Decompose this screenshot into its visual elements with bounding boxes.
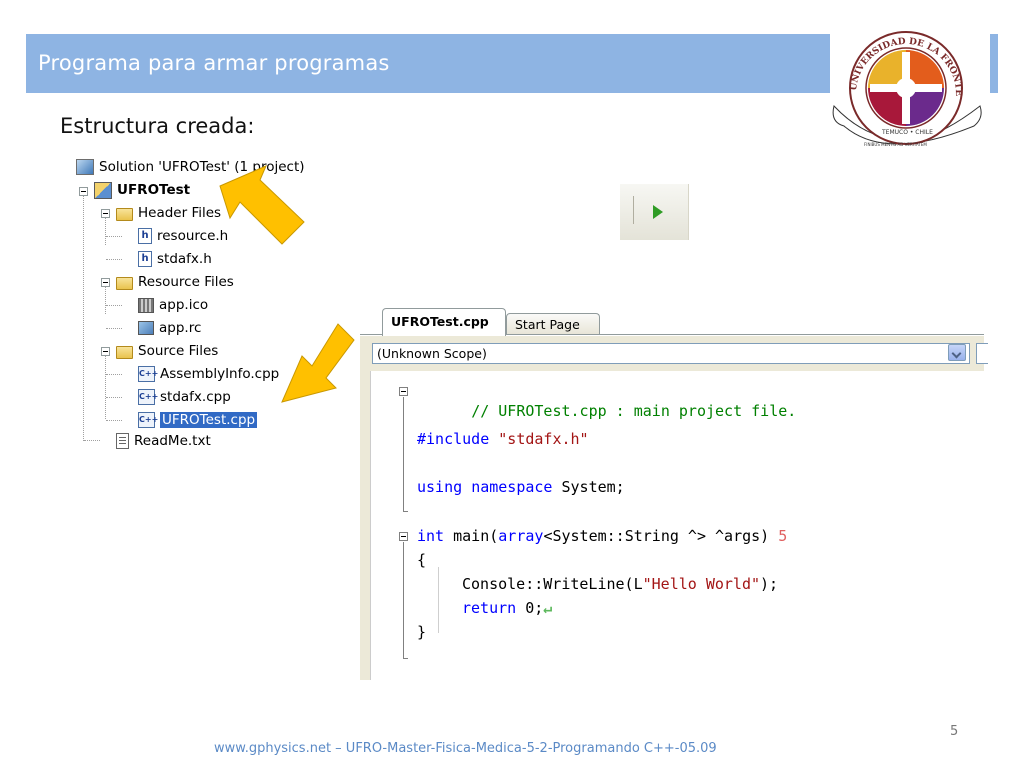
expander-ufrotest[interactable] [79, 187, 88, 196]
return-marker-icon: ↵ [543, 599, 553, 617]
university-logo: UNIVERSIDAD DE LA FRONTERA TEMUCO • CHIL… [826, 22, 982, 147]
scope-dropdown[interactable]: (Unknown Scope) [372, 343, 970, 364]
code-line-return: return 0;↵ [462, 599, 553, 617]
tree-item-app-ico[interactable]: app.ico [138, 295, 208, 315]
code-editor-window: Start Page UFROTest.cpp (Unknown Scope) … [360, 296, 988, 680]
scope-bar: (Unknown Scope) [364, 341, 988, 367]
folder-icon [116, 346, 133, 359]
tree-item-app-rc[interactable]: app.rc [138, 318, 201, 338]
slide-number: 5 [950, 724, 959, 739]
editor-tab-strip: Start Page UFROTest.cpp [360, 296, 984, 336]
tree-item-readme-txt[interactable]: ReadMe.txt [116, 431, 211, 451]
tree-item-source-files[interactable]: Source Files [116, 341, 218, 361]
tree-item-header-files[interactable]: Header Files [116, 203, 221, 223]
code-line-close-brace: } [417, 623, 427, 641]
header-file-icon: h [138, 228, 152, 244]
tree-item-resource-h[interactable]: h resource.h [138, 226, 228, 246]
collapse-icon[interactable] [399, 532, 408, 541]
code-line-include: #include "stdafx.h" [417, 430, 589, 448]
tree-item-label: app.ico [159, 297, 209, 313]
tree-item-label: stdafx.cpp [160, 389, 231, 405]
code-text-area[interactable]: // UFROTest.cpp : main project file. #in… [360, 371, 984, 680]
expander-header-files[interactable] [101, 209, 110, 218]
tree-item-label: AssemblyInfo.cpp [160, 366, 280, 382]
tree-item-label: UFROTest [117, 182, 191, 198]
tree-item-label: app.rc [159, 320, 202, 336]
code-line-writeline: Console::WriteLine(L"Hello World"); [462, 575, 779, 593]
play-icon [653, 205, 663, 219]
logo-city: TEMUCO • CHILE [881, 129, 933, 136]
tree-item-label: Resource Files [138, 274, 234, 290]
tree-item-label: stdafx.h [157, 251, 212, 267]
tree-item-label: UFROTest.cpp [160, 412, 258, 428]
tree-item-resource-files[interactable]: Resource Files [116, 272, 234, 292]
tab-start-page[interactable]: Start Page [506, 313, 600, 335]
tree-item-ufrotest-cpp[interactable]: C++ UFROTest.cpp [138, 410, 258, 430]
tab-ufrotest-cpp[interactable]: UFROTest.cpp [382, 308, 506, 336]
expander-resource-files[interactable] [101, 278, 110, 287]
tree-item-label: Source Files [138, 343, 219, 359]
member-dropdown[interactable] [976, 343, 988, 364]
cpp-file-icon: C++ [138, 389, 158, 405]
project-icon [94, 181, 112, 199]
resource-file-icon [138, 321, 154, 335]
text-file-icon [116, 433, 129, 449]
pointer-arrow-icon [281, 323, 355, 403]
tree-item-label: ReadMe.txt [134, 433, 211, 449]
start-debugging-button[interactable] [620, 184, 689, 240]
cpp-file-icon: C++ [138, 412, 158, 428]
header-file-icon: h [138, 251, 152, 267]
icon-file-icon [138, 297, 154, 313]
expander-source-files[interactable] [101, 347, 110, 356]
tree-item-assemblyinfo-cpp[interactable]: C++ AssemblyInfo.cpp [138, 364, 279, 384]
folder-icon [116, 208, 133, 221]
subtitle: Estructura creada: [60, 114, 255, 138]
pointer-arrow-icon [219, 165, 305, 245]
folder-icon [116, 277, 133, 290]
slide-footer: www.gphysics.net – UFRO-Master-Fisica-Me… [214, 741, 717, 756]
tree-item-stdafx-cpp[interactable]: C++ stdafx.cpp [138, 387, 231, 407]
solution-explorer: Solution 'UFROTest' (1 project) UFROTest… [70, 156, 360, 456]
code-line-main: int main(array<System::String ^> ^args) … [417, 527, 788, 545]
scope-value: (Unknown Scope) [377, 346, 487, 361]
tree-item-stdafx-h[interactable]: h stdafx.h [138, 249, 212, 269]
tree-item-project[interactable]: UFROTest [94, 180, 190, 200]
slide-title: Programa para armar programas [38, 51, 390, 75]
solution-icon [76, 159, 94, 175]
code-line-using: using namespace System; [417, 478, 625, 496]
toolbar-separator [633, 196, 634, 224]
collapse-icon[interactable] [399, 387, 408, 396]
tree-item-label: Header Files [138, 205, 222, 221]
cpp-file-icon: C++ [138, 366, 158, 382]
logo-motto: FINIBUS MENTIS AD VERITATEM [864, 142, 927, 147]
code-line-open-brace: { [417, 551, 427, 569]
title-bar-accent [990, 34, 998, 93]
chevron-down-icon[interactable] [948, 344, 966, 361]
